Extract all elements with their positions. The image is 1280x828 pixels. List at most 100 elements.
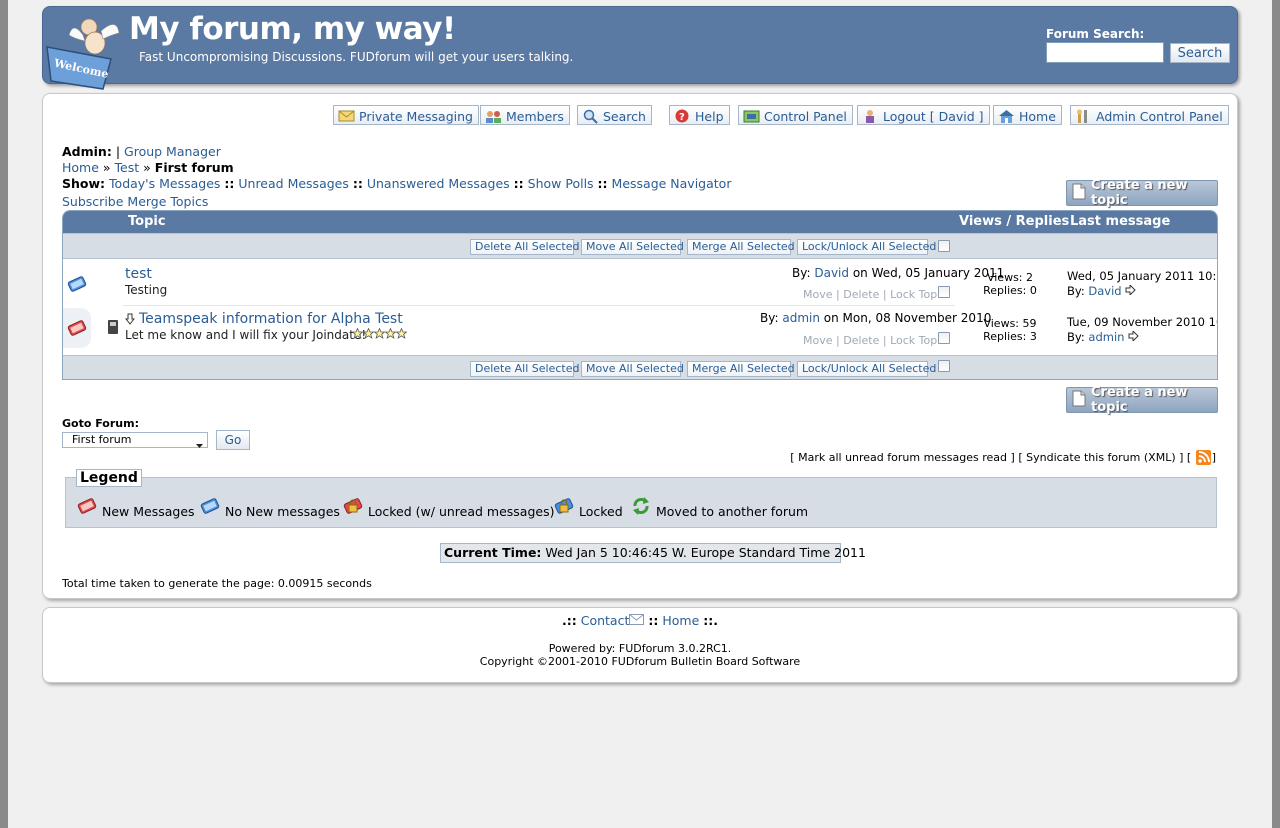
topic-replies: Replies: 0	[983, 284, 1037, 297]
subscribe-link[interactable]: Subscribe	[62, 194, 123, 209]
select-all-checkbox[interactable]	[938, 360, 950, 372]
delete-all-selected-button[interactable]: Delete All Selected	[470, 239, 579, 255]
show-todays-messages[interactable]: Today's Messages	[109, 176, 220, 191]
move-all-selected-button[interactable]: Move All Selected	[581, 361, 684, 377]
show-sep: ::	[513, 176, 524, 191]
goto-last-arrow-icon[interactable]	[1125, 283, 1136, 298]
new-post-arrow-icon[interactable]	[124, 313, 136, 328]
lock-unlock-all-selected-button[interactable]: Lock/Unlock All Selected	[797, 239, 936, 255]
forum-search-button[interactable]: Search	[1170, 43, 1230, 63]
goto-forum-select[interactable]: First forum	[62, 432, 208, 448]
move-link[interactable]: Move	[803, 334, 833, 347]
move-link[interactable]: Move	[803, 288, 833, 301]
last-message-info: Wed, 05 January 2011 10:45 By: David	[1067, 269, 1218, 299]
nav-private-messaging[interactable]: Private Messaging	[333, 105, 479, 125]
legend-box: Legend New Messages No New messages Lock…	[65, 469, 1217, 528]
breadcrumb: Home » Test » First forum	[62, 160, 234, 175]
site-logo[interactable]: Welcome	[45, 11, 123, 91]
new-messages-icon	[66, 317, 88, 342]
admin-label: Admin:	[62, 144, 112, 159]
rating-star-icon	[351, 327, 364, 339]
legend-item-locked-unread: Locked (w/ unread messages)	[342, 496, 554, 519]
search-icon	[582, 109, 599, 124]
col-topic: Topic	[128, 214, 166, 229]
nav-search[interactable]: Search	[577, 105, 652, 125]
nav-help[interactable]: ? Help	[669, 105, 730, 125]
topic-title-link[interactable]: Teamspeak information for Alpha Test	[139, 311, 403, 327]
breadcrumb-sep: »	[102, 160, 111, 175]
merge-all-selected-button[interactable]: Merge All Selected	[687, 239, 795, 255]
show-message-navigator[interactable]: Message Navigator	[612, 176, 732, 191]
moderation-links: Move | Delete | Lock Topic	[803, 334, 946, 347]
nav-logout[interactable]: Logout [ David ]	[857, 105, 990, 125]
delete-link[interactable]: Delete	[843, 288, 879, 301]
current-time-value: Wed Jan 5 10:46:45 W. Europe Standard Ti…	[545, 545, 866, 560]
nav-label: Help	[695, 108, 724, 124]
breadcrumb-home[interactable]: Home	[62, 160, 99, 175]
topic-select-checkbox[interactable]	[938, 332, 950, 344]
site-footer: .:: Contact :: Home ::. Powered by: FUDf…	[42, 607, 1238, 683]
show-unanswered-messages[interactable]: Unanswered Messages	[367, 176, 510, 191]
topic-replies: Replies: 3	[983, 330, 1037, 343]
show-sep: ::	[224, 176, 235, 191]
no-new-messages-icon	[66, 273, 88, 298]
nav-admin-control-panel[interactable]: Admin Control Panel	[1070, 105, 1229, 125]
mobile-phone-icon	[107, 319, 119, 338]
last-message-date: Wed, 05 January 2011 10:45	[1067, 269, 1218, 283]
nav-label: Control Panel	[764, 108, 847, 124]
create-topic-button-top[interactable]: Create a new topic	[1066, 178, 1218, 208]
nav-home[interactable]: Home	[993, 105, 1062, 125]
nav-members[interactable]: Members	[480, 105, 570, 125]
footer-home-link[interactable]: Home	[662, 613, 699, 628]
topic-views: Views: 59	[983, 317, 1037, 330]
show-polls[interactable]: Show Polls	[528, 176, 594, 191]
merge-all-selected-button[interactable]: Merge All Selected	[687, 361, 795, 377]
syndicate-forum-link[interactable]: Syndicate this forum (XML)	[1026, 451, 1175, 464]
select-all-checkbox[interactable]	[938, 240, 950, 252]
merge-topics-link[interactable]: Merge Topics	[127, 194, 208, 209]
locked-icon	[553, 496, 575, 519]
admin-icon	[1075, 109, 1092, 124]
create-topic-label: Create a new topic	[1091, 385, 1188, 415]
forum-search-input[interactable]	[1046, 42, 1164, 63]
mark-all-read-link[interactable]: Mark all unread forum messages read	[798, 451, 1007, 464]
mod-sep: |	[882, 288, 887, 301]
generation-time: Total time taken to generate the page: 0…	[62, 577, 372, 590]
last-author-link[interactable]: David	[1088, 284, 1121, 298]
delete-all-selected-button[interactable]: Delete All Selected	[470, 361, 579, 377]
legend-item-new-messages: New Messages	[76, 496, 195, 519]
goto-forum-go-button[interactable]: Go	[216, 430, 250, 450]
topic-author-link[interactable]: David	[814, 266, 849, 280]
main-panel: Private Messaging Members Search ? Help …	[42, 93, 1238, 599]
rating-star-icon	[362, 327, 375, 339]
footer-sep: ::	[648, 613, 659, 628]
last-by-prefix: By:	[1067, 284, 1085, 298]
footer-contact-link[interactable]: Contact	[581, 613, 630, 628]
rss-feed-icon[interactable]	[1195, 450, 1211, 465]
mod-sep: |	[836, 288, 840, 301]
legend-item-locked: Locked	[553, 496, 623, 519]
create-topic-button-bottom[interactable]: Create a new topic	[1066, 385, 1218, 415]
breadcrumb-category[interactable]: Test	[115, 160, 140, 175]
topics-table: Topic Views / Replies Last message Delet…	[62, 210, 1218, 380]
topic-title-link[interactable]: test	[125, 266, 152, 282]
group-manager-link[interactable]: Group Manager	[124, 144, 221, 159]
legend-label: New Messages	[102, 504, 195, 519]
topic-author-link[interactable]: admin	[782, 311, 820, 325]
lock-unlock-all-selected-button[interactable]: Lock/Unlock All Selected	[797, 361, 936, 377]
members-icon	[485, 109, 502, 124]
chevron-down-icon	[196, 438, 203, 452]
show-sep: ::	[352, 176, 363, 191]
logout-icon	[862, 109, 879, 124]
goto-last-arrow-icon[interactable]	[1128, 329, 1139, 344]
delete-link[interactable]: Delete	[843, 334, 879, 347]
legend-title: Legend	[76, 469, 142, 487]
bracket: ]	[1179, 451, 1184, 464]
show-unread-messages[interactable]: Unread Messages	[238, 176, 349, 191]
topic-select-checkbox[interactable]	[938, 286, 950, 298]
move-all-selected-button[interactable]: Move All Selected	[581, 239, 684, 255]
topic-description: Testing	[125, 283, 168, 297]
topic-date: on Wed, 05 January 2011	[852, 266, 1005, 280]
last-author-link[interactable]: admin	[1088, 330, 1124, 344]
nav-control-panel[interactable]: Control Panel	[738, 105, 853, 125]
